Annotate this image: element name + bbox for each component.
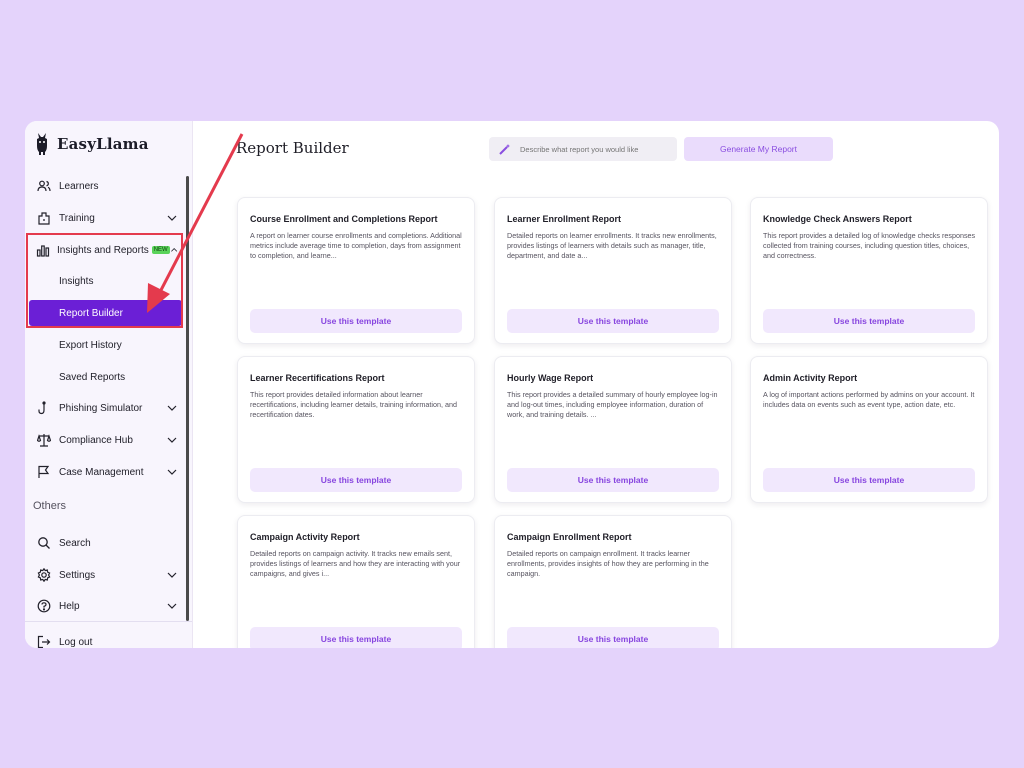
sidebar-item-case-management[interactable]: Case Management <box>29 459 182 485</box>
report-template-card: Learner Enrollment Report Detailed repor… <box>494 197 732 344</box>
card-title: Learner Enrollment Report <box>507 214 622 224</box>
card-description: Detailed reports on campaign activity. I… <box>250 549 461 579</box>
sidebar-item-label: Help <box>59 600 80 612</box>
report-template-card: Admin Activity Report A log of important… <box>750 356 988 503</box>
report-template-card: Campaign Activity Report Detailed report… <box>237 515 475 648</box>
llama-logo-icon <box>37 133 47 155</box>
help-icon <box>36 598 52 614</box>
report-template-card: Hourly Wage Report This report provides … <box>494 356 732 503</box>
sidebar-subitem-label: Insights <box>59 275 94 287</box>
search-icon <box>36 535 52 551</box>
sidebar-item-insights-and-reports[interactable]: Insights and Reports NEW <box>29 237 182 263</box>
sidebar-item-settings[interactable]: Settings <box>29 562 182 588</box>
sidebar-item-label: Compliance Hub <box>59 434 133 446</box>
sidebar-item-compliance-hub[interactable]: Compliance Hub <box>29 427 182 453</box>
logout-button[interactable]: Log out <box>29 629 182 648</box>
use-template-button[interactable]: Use this template <box>507 309 719 333</box>
chevron-down-icon <box>167 437 177 443</box>
use-template-button[interactable]: Use this template <box>507 468 719 492</box>
new-badge: NEW <box>151 245 170 254</box>
use-template-button[interactable]: Use this template <box>763 309 975 333</box>
card-description: Detailed reports on campaign enrollment.… <box>507 549 709 579</box>
sidebar-item-training[interactable]: Training <box>29 205 182 231</box>
card-title: Admin Activity Report <box>763 373 858 383</box>
use-template-button[interactable]: Use this template <box>507 627 719 648</box>
generate-report-button[interactable]: Generate My Report <box>684 137 833 161</box>
logo[interactable]: EasyLlama <box>35 132 149 156</box>
report-template-card: Campaign Enrollment Report Detailed repo… <box>494 515 732 648</box>
sidebar-subitem-label: Report Builder <box>59 307 123 319</box>
report-description-input[interactable] <box>520 144 660 154</box>
report-template-card: Learner Recertifications Report This rep… <box>237 356 475 503</box>
card-title: Knowledge Check Answers Report <box>763 214 912 224</box>
sidebar-subitem-insights[interactable]: Insights <box>29 268 182 294</box>
use-template-button[interactable]: Use this template <box>250 309 462 333</box>
chevron-down-icon <box>167 572 177 578</box>
sidebar-item-help[interactable]: Help <box>29 593 182 619</box>
flag-icon <box>36 464 52 480</box>
use-template-button[interactable]: Use this template <box>250 468 462 492</box>
bar-chart-icon <box>36 242 50 258</box>
sidebar-item-label: Search <box>59 537 91 549</box>
card-title: Learner Recertifications Report <box>250 373 385 383</box>
report-template-card: Knowledge Check Answers Report This repo… <box>750 197 988 344</box>
card-description: Detailed reports on learner enrollments.… <box>507 231 717 261</box>
hook-icon <box>36 400 52 416</box>
page-title: Report Builder <box>236 139 349 157</box>
report-template-card: Course Enrollment and Completions Report… <box>237 197 475 344</box>
sidebar-subitem-label: Export History <box>59 339 122 351</box>
sidebar-item-learners[interactable]: Learners <box>29 173 182 199</box>
sidebar-item-label: Settings <box>59 569 96 581</box>
magic-wand-icon <box>499 144 510 155</box>
chevron-down-icon <box>167 215 177 221</box>
logout-label: Log out <box>59 636 93 648</box>
card-description: This report provides detailed informatio… <box>250 390 457 420</box>
chevron-up-icon <box>170 248 177 252</box>
card-description: A log of important actions performed by … <box>763 390 975 410</box>
sidebar-scrollbar[interactable] <box>186 176 189 621</box>
chevron-down-icon <box>167 469 177 475</box>
card-title: Hourly Wage Report <box>507 373 594 383</box>
card-description: This report provides a detailed summary … <box>507 390 718 420</box>
sidebar-item-label: Training <box>59 212 95 224</box>
chevron-down-icon <box>167 603 177 609</box>
users-icon <box>36 178 52 194</box>
sidebar-item-label: Phishing Simulator <box>59 402 143 414</box>
sidebar-subitem-report-builder[interactable]: Report Builder <box>29 300 182 326</box>
chevron-down-icon <box>167 405 177 411</box>
report-description-field[interactable] <box>489 137 677 161</box>
main-content: Report Builder Generate My Report Course… <box>193 121 999 648</box>
sidebar-item-search[interactable]: Search <box>29 530 182 556</box>
card-title: Campaign Enrollment Report <box>507 532 632 542</box>
sidebar-divider <box>25 621 192 622</box>
sidebar: EasyLlama Learners Training Insights and… <box>25 121 193 648</box>
scale-icon <box>36 432 52 448</box>
logout-icon <box>36 634 52 648</box>
sidebar-item-label: Learners <box>59 180 99 192</box>
use-template-button[interactable]: Use this template <box>763 468 975 492</box>
sidebar-item-label: Case Management <box>59 466 144 478</box>
card-description: A report on learner course enrollments a… <box>250 231 462 261</box>
app-window: EasyLlama Learners Training Insights and… <box>25 121 999 648</box>
card-description: This report provides a detailed log of k… <box>763 231 976 261</box>
app-name: EasyLlama <box>57 135 149 153</box>
sidebar-subitem-label: Saved Reports <box>59 371 126 383</box>
sidebar-item-label: Insights and Reports <box>57 244 149 256</box>
others-section-title: Others <box>33 500 67 512</box>
sidebar-subitem-export-history[interactable]: Export History <box>29 332 182 358</box>
card-title: Campaign Activity Report <box>250 532 360 542</box>
training-icon <box>36 210 52 226</box>
use-template-button[interactable]: Use this template <box>250 627 462 648</box>
gear-icon <box>36 567 52 583</box>
sidebar-subitem-saved-reports[interactable]: Saved Reports <box>29 364 182 390</box>
sidebar-item-phishing-simulator[interactable]: Phishing Simulator <box>29 395 182 421</box>
card-title: Course Enrollment and Completions Report <box>250 214 438 224</box>
